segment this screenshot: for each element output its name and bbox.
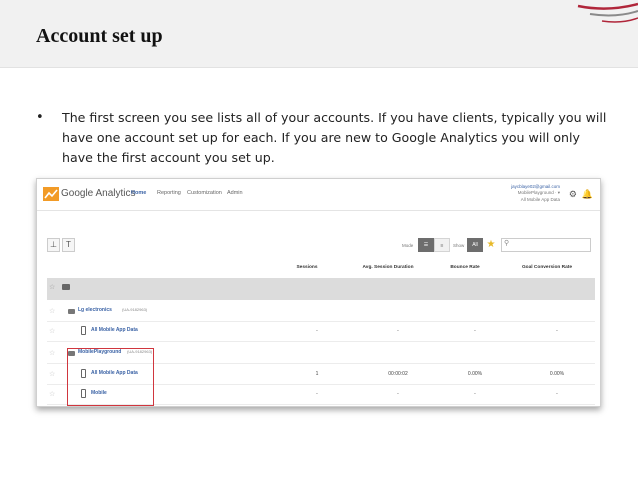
nav-customization[interactable]: Customization <box>187 190 222 196</box>
sessions-value: - <box>316 391 318 397</box>
folder-header-row: ☆ <box>47 278 595 300</box>
table-row: ☆ All Mobile App Data - - - - <box>47 322 595 342</box>
nav-admin[interactable]: Admin <box>227 190 243 196</box>
folder-icon <box>62 284 70 290</box>
folder-icon <box>68 309 75 314</box>
nav-reporting[interactable]: Reporting <box>157 190 181 196</box>
goal-conversion-value: 0.00% <box>549 371 565 377</box>
user-email[interactable]: jaycblaye02@gmail.com <box>511 184 560 189</box>
account-switcher[interactable]: MobilePlayground · ▾ <box>518 190 560 196</box>
analytics-screenshot: Google Analytics Home Reporting Customiz… <box>36 178 601 407</box>
mode-tree-button[interactable]: ☰ <box>418 238 434 252</box>
slide-header: Account set up <box>0 0 638 68</box>
star-icon[interactable]: ☆ <box>49 370 55 378</box>
sessions-value: - <box>316 328 318 334</box>
current-view-name: All Mobile App Data <box>520 197 560 202</box>
nav-home[interactable]: Home <box>131 190 146 196</box>
avg-duration-value: 00:00:02 <box>388 371 408 377</box>
goal-conversion-value: - <box>556 328 558 334</box>
ga-top-bar: Google Analytics Home Reporting Customiz… <box>37 179 600 211</box>
avg-duration-value: - <box>397 328 399 334</box>
account-name[interactable]: Lg electronics <box>78 307 112 313</box>
search-box[interactable]: ⚲ <box>501 238 591 252</box>
search-icon: ⚲ <box>504 240 510 247</box>
avg-duration-value: - <box>397 391 399 397</box>
ga-toolbar: ⊥ T Mode ☰ ≡ Show All ★ ⚲ <box>37 234 600 259</box>
bullet-marker: • <box>36 110 44 125</box>
col-sessions[interactable]: Sessions <box>287 265 327 270</box>
account-id: (UA-9182963) <box>122 307 148 312</box>
gear-icon[interactable]: ⚙ <box>569 189 577 200</box>
bullet-text: The first screen you see lists all of yo… <box>62 110 607 165</box>
show-label: Show <box>453 243 465 248</box>
bounce-rate-value: 0.00% <box>467 371 483 377</box>
decorative-swoosh-icon <box>577 2 638 23</box>
show-all-button[interactable]: All <box>467 238 483 252</box>
sort-descending-icon[interactable]: T <box>62 238 75 252</box>
mobile-device-icon <box>81 326 86 335</box>
slide-title: Account set up <box>36 25 163 47</box>
star-icon[interactable]: ☆ <box>49 390 55 398</box>
star-icon[interactable]: ☆ <box>49 283 55 291</box>
star-icon[interactable]: ☆ <box>49 307 55 315</box>
col-bounce-rate[interactable]: Bounce Rate <box>440 265 490 270</box>
star-icon[interactable]: ☆ <box>49 327 55 335</box>
col-goal-conversion-rate[interactable]: Goal Conversion Rate <box>507 265 587 270</box>
star-filter-icon[interactable]: ★ <box>484 238 498 252</box>
highlight-box <box>67 348 154 406</box>
table-row: ☆ Lg electronics (UA-9182963) <box>47 302 595 322</box>
bell-icon[interactable]: 🔔 <box>582 189 593 200</box>
bounce-rate-value: - <box>474 391 476 397</box>
col-avg-session-duration[interactable]: Avg. Session Duration <box>352 265 424 270</box>
search-input[interactable] <box>512 241 588 250</box>
ga-brand-name: Google Analytics <box>61 188 136 199</box>
sort-ascending-icon[interactable]: ⊥ <box>47 238 60 252</box>
mode-label: Mode <box>402 243 414 248</box>
star-icon[interactable]: ☆ <box>49 349 55 357</box>
mode-list-button[interactable]: ≡ <box>434 238 450 252</box>
google-analytics-logo-icon <box>43 187 59 201</box>
bounce-rate-value: - <box>474 328 476 334</box>
table-header: Sessions Avg. Session Duration Bounce Ra… <box>37 262 600 276</box>
goal-conversion-value: - <box>556 391 558 397</box>
sessions-value: 1 <box>315 371 319 377</box>
view-name[interactable]: All Mobile App Data <box>91 327 138 333</box>
